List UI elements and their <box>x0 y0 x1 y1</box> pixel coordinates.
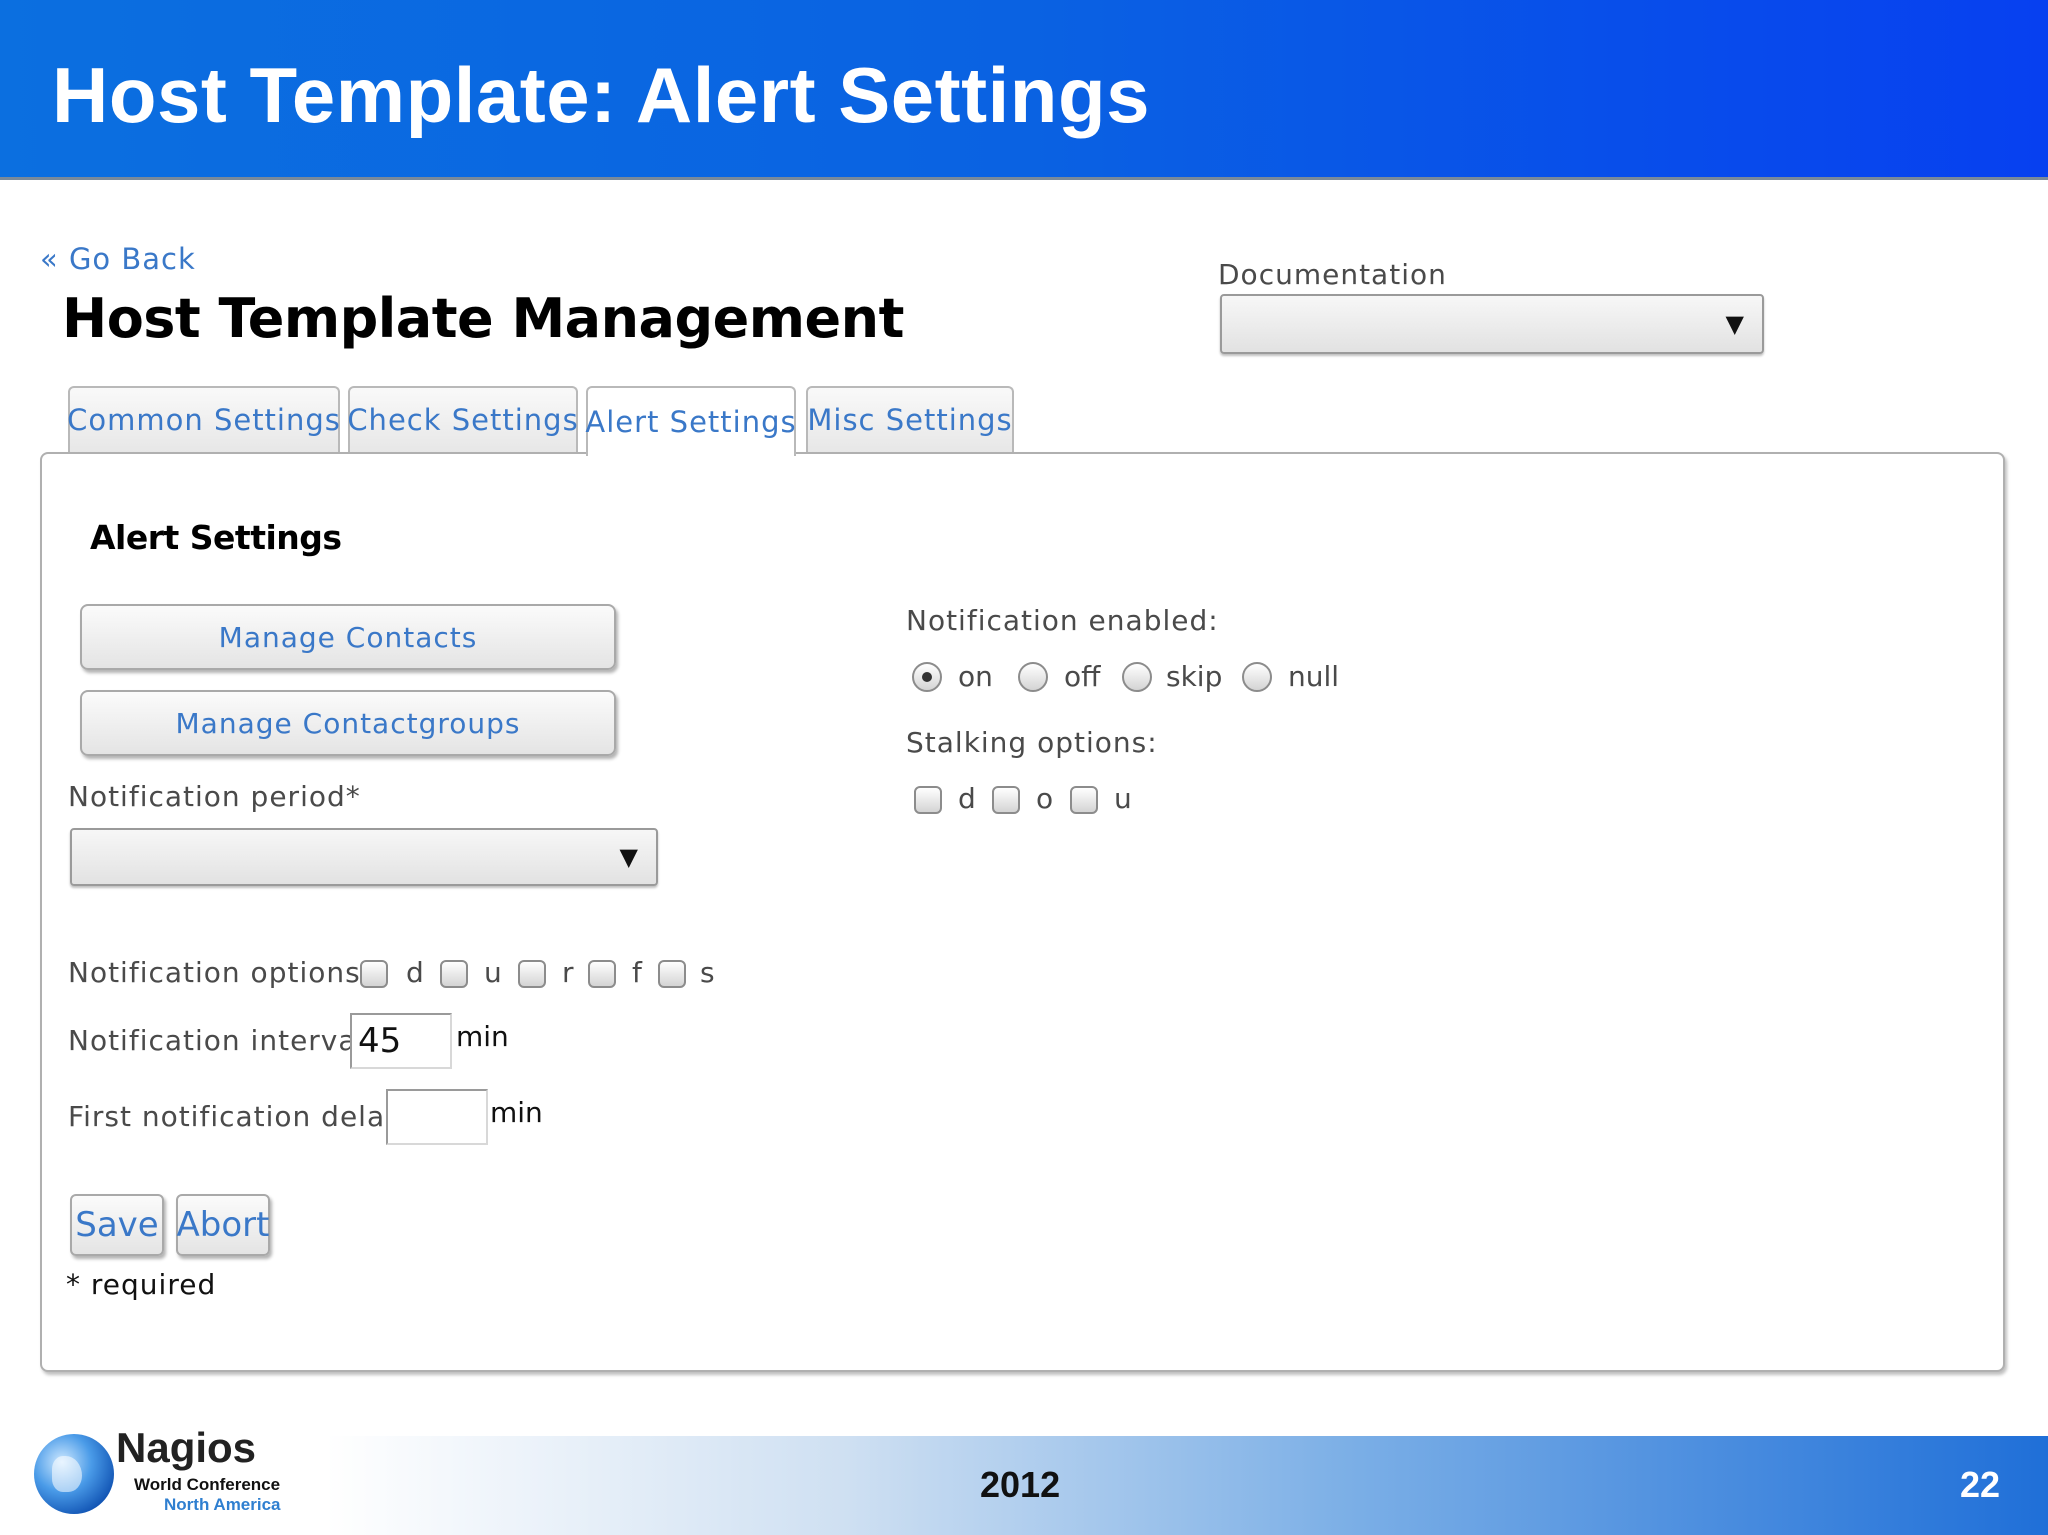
footer-bar <box>326 1436 2048 1535</box>
notification-option-d-checkbox[interactable] <box>360 960 388 988</box>
stalking-options-label: Stalking options: <box>906 726 1158 759</box>
documentation-select[interactable]: ▼ <box>1220 294 1764 354</box>
notification-option-s-label: s <box>700 956 715 989</box>
notification-enabled-label: Notification enabled: <box>906 604 1219 637</box>
manage-contacts-button[interactable]: Manage Contacts <box>80 604 616 670</box>
notification-period-label: Notification period* <box>68 780 361 813</box>
page-number: 22 <box>1960 1464 2001 1505</box>
stalking-option-d-checkbox[interactable] <box>914 786 942 814</box>
notification-option-f-checkbox[interactable] <box>588 960 616 988</box>
notification-enabled-on-radio[interactable] <box>912 662 942 692</box>
footer-year: 2012 <box>980 1464 1061 1505</box>
stalking-option-o-checkbox[interactable] <box>992 786 1020 814</box>
manage-contactgroups-button[interactable]: Manage Contactgroups <box>80 690 616 756</box>
notification-option-r-label: r <box>562 956 574 989</box>
notification-option-d-label: d <box>406 956 424 989</box>
tab-misc-settings[interactable]: Misc Settings <box>806 386 1014 452</box>
notification-enabled-null-label: null <box>1288 660 1340 693</box>
page-title: Host Template Management <box>62 287 904 350</box>
notification-enabled-on-label: on <box>958 660 993 693</box>
tab-common-settings[interactable]: Common Settings <box>67 386 340 452</box>
notification-enabled-null-radio[interactable] <box>1242 662 1272 692</box>
documentation-label: Documentation <box>1218 258 1447 291</box>
stalking-option-u-label: u <box>1114 782 1132 815</box>
first-notification-delay-unit: min <box>490 1096 543 1129</box>
logo-name: Nagios <box>116 1424 257 1471</box>
logo-subtitle: World Conference <box>134 1475 281 1494</box>
notification-option-u-checkbox[interactable] <box>440 960 468 988</box>
notification-option-r-checkbox[interactable] <box>518 960 546 988</box>
notification-option-u-label: u <box>484 956 502 989</box>
chevron-down-icon: ▼ <box>1725 310 1744 338</box>
tab-check-settings[interactable]: Check Settings <box>347 386 578 452</box>
required-note: * required <box>66 1268 217 1301</box>
stalking-option-u-checkbox[interactable] <box>1070 786 1098 814</box>
slide-header: Host Template: Alert Settings <box>0 0 2048 180</box>
notification-enabled-skip-label: skip <box>1166 660 1223 693</box>
notification-enabled-off-radio[interactable] <box>1018 662 1048 692</box>
chevron-down-icon: ▼ <box>619 843 638 871</box>
tab-alert-settings[interactable]: Alert Settings <box>585 386 796 456</box>
slide-title: Host Template: Alert Settings <box>52 51 1150 139</box>
stalking-option-d-label: d <box>958 782 976 815</box>
first-notification-delay-input[interactable] <box>386 1089 488 1145</box>
go-back-link[interactable]: « Go Back <box>40 242 196 276</box>
settings-panel <box>40 452 2005 1372</box>
notification-enabled-skip-radio[interactable] <box>1122 662 1152 692</box>
notification-enabled-off-label: off <box>1064 660 1101 693</box>
notification-interval-label: Notification interval <box>68 1024 366 1057</box>
stalking-option-o-label: o <box>1036 782 1054 815</box>
notification-options-label: Notification options: <box>68 956 372 989</box>
logo-region: North America <box>164 1495 281 1514</box>
section-title: Alert Settings <box>90 518 342 557</box>
notification-option-s-checkbox[interactable] <box>658 960 686 988</box>
notification-interval-unit: min <box>456 1020 509 1053</box>
first-notification-delay-label: First notification delay <box>68 1100 403 1133</box>
globe-icon <box>34 1434 114 1514</box>
notification-option-f-label: f <box>632 956 642 989</box>
notification-interval-input[interactable] <box>350 1013 452 1069</box>
save-button[interactable]: Save <box>70 1194 164 1256</box>
abort-button[interactable]: Abort <box>176 1194 270 1256</box>
notification-period-select[interactable]: ▼ <box>70 828 658 886</box>
